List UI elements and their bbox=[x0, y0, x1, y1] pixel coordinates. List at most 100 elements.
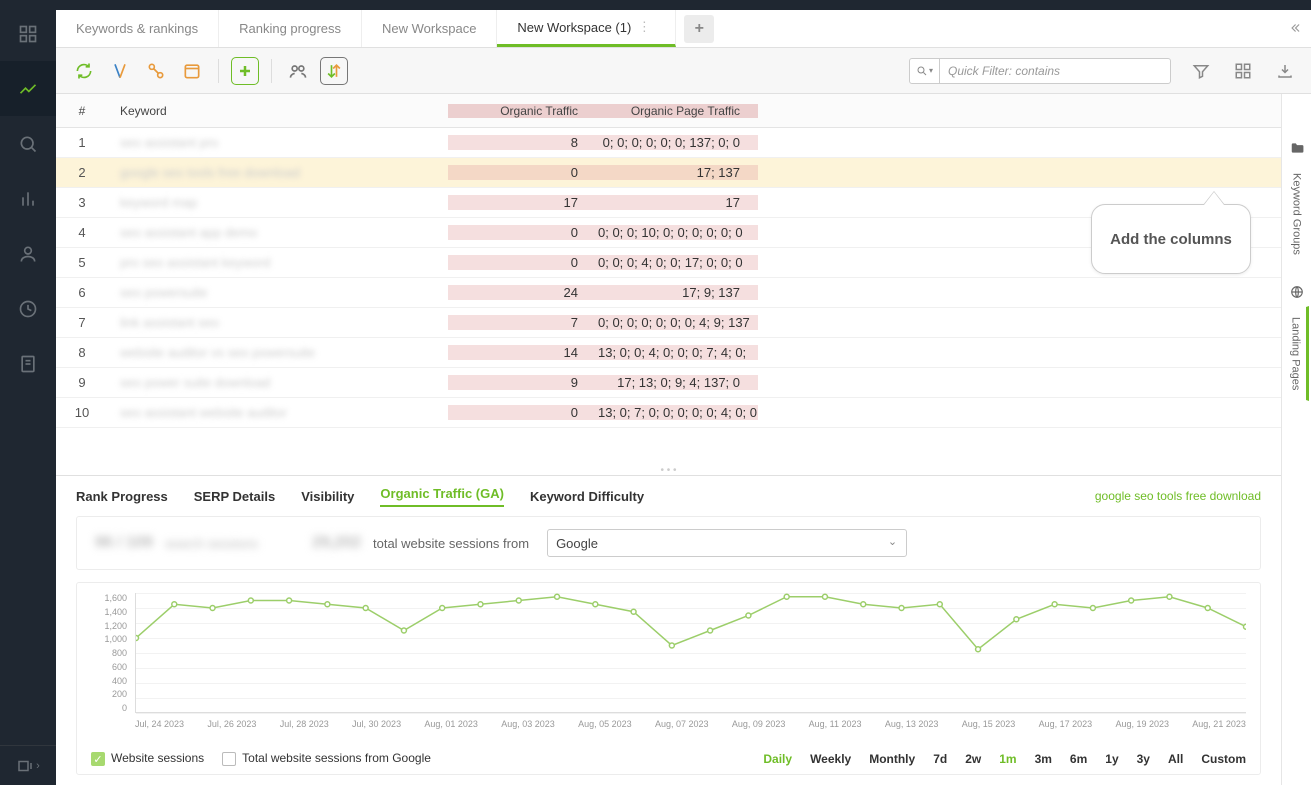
sort-button[interactable] bbox=[320, 57, 348, 85]
panel-tabs: Rank Progress SERP Details Visibility Or… bbox=[56, 476, 1281, 516]
cell-organic-traffic: 0 bbox=[448, 255, 598, 270]
right-tab-keyword-groups[interactable]: Keyword Groups bbox=[1286, 162, 1308, 266]
cell-organic-page-traffic: 13; 0; 7; 0; 0; 0; 0; 0; 4; 0; 0 bbox=[598, 405, 758, 420]
globe-icon bbox=[1289, 284, 1305, 300]
cell-organic-traffic: 0 bbox=[448, 165, 598, 180]
table-row[interactable]: 6seo powersuite2417; 9; 137 bbox=[56, 278, 1281, 308]
toolbar: ▾ bbox=[56, 48, 1311, 94]
add-button[interactable] bbox=[231, 57, 259, 85]
range-1y[interactable]: 1y bbox=[1105, 752, 1118, 766]
ptab-rank-progress[interactable]: Rank Progress bbox=[76, 489, 168, 504]
tab-ranking-progress[interactable]: Ranking progress bbox=[219, 10, 362, 47]
download-icon[interactable] bbox=[1273, 59, 1297, 83]
col-header-organic-traffic[interactable]: Organic Traffic bbox=[448, 104, 598, 118]
checkbox-off-icon[interactable] bbox=[222, 752, 236, 766]
right-tab-landing-pages[interactable]: Landing Pages bbox=[1285, 306, 1309, 401]
panel-resize-handle[interactable]: • • • bbox=[56, 465, 1281, 475]
panel-keyword-link[interactable]: google seo tools free download bbox=[1095, 489, 1261, 503]
range-weekly[interactable]: Weekly bbox=[810, 752, 851, 766]
add-tab-button[interactable]: + bbox=[684, 15, 714, 43]
chart-plot[interactable] bbox=[135, 593, 1246, 713]
legend-item-2[interactable]: Total website sessions from Google bbox=[222, 751, 431, 766]
calendar-button[interactable] bbox=[178, 57, 206, 85]
cell-keyword: website auditor vs seo powersuite bbox=[108, 345, 448, 360]
range-all[interactable]: All bbox=[1168, 752, 1183, 766]
tab-keywords-rankings[interactable]: Keywords & rankings bbox=[56, 10, 219, 47]
range-monthly[interactable]: Monthly bbox=[869, 752, 915, 766]
stat-value-1: 96 / 109 bbox=[95, 534, 153, 552]
table-body: 1seo assistant pro80; 0; 0; 0; 0; 0; 137… bbox=[56, 128, 1281, 465]
legend-item-1[interactable]: ✓Website sessions bbox=[91, 751, 204, 766]
links-button[interactable] bbox=[142, 57, 170, 85]
cell-organic-page-traffic: 13; 0; 0; 4; 0; 0; 0; 7; 4; 0; bbox=[598, 345, 758, 360]
table-row[interactable]: 10seo assistant website auditor013; 0; 7… bbox=[56, 398, 1281, 428]
cell-organic-page-traffic: 0; 0; 0; 10; 0; 0; 0; 0; 0; 0 bbox=[598, 225, 758, 240]
cell-num: 4 bbox=[56, 225, 108, 240]
cell-keyword: seo power suite download bbox=[108, 375, 448, 390]
nav-reports[interactable] bbox=[0, 171, 56, 226]
col-header-num[interactable]: # bbox=[56, 104, 108, 118]
nav-collapse-bottom[interactable]: › bbox=[0, 745, 56, 785]
cell-num: 10 bbox=[56, 405, 108, 420]
filter-icon[interactable] bbox=[1189, 59, 1213, 83]
detail-panel: Rank Progress SERP Details Visibility Or… bbox=[56, 475, 1281, 785]
refresh-button[interactable] bbox=[70, 57, 98, 85]
stats-row: 96 / 109 search sessions 29,202 total we… bbox=[76, 516, 1261, 570]
cell-num: 7 bbox=[56, 315, 108, 330]
cell-keyword: link assistant seo bbox=[108, 315, 448, 330]
ptab-organic-traffic[interactable]: Organic Traffic (GA) bbox=[380, 486, 504, 507]
tab-new-workspace[interactable]: New Workspace bbox=[362, 10, 497, 47]
table-header: # Keyword Organic Traffic Organic Page T… bbox=[56, 94, 1281, 128]
range-2w[interactable]: 2w bbox=[965, 752, 981, 766]
tab-new-workspace-1[interactable]: New Workspace (1) ⋮ bbox=[497, 10, 676, 47]
nav-history[interactable] bbox=[0, 281, 56, 336]
range-custom[interactable]: Custom bbox=[1201, 752, 1246, 766]
ptab-visibility[interactable]: Visibility bbox=[301, 489, 354, 504]
cell-num: 5 bbox=[56, 255, 108, 270]
workspace-tabs: Keywords & rankings Ranking progress New… bbox=[56, 10, 1311, 48]
quick-filter-input[interactable] bbox=[940, 64, 1170, 78]
table-row[interactable]: 9seo power suite download917; 13; 0; 9; … bbox=[56, 368, 1281, 398]
nav-content[interactable] bbox=[0, 336, 56, 391]
range-7d[interactable]: 7d bbox=[933, 752, 947, 766]
range-1m[interactable]: 1m bbox=[999, 752, 1016, 766]
range-6m[interactable]: 6m bbox=[1070, 752, 1087, 766]
table-row[interactable]: 7link assistant seo70; 0; 0; 0; 0; 0; 0;… bbox=[56, 308, 1281, 338]
source-select[interactable]: Google bbox=[547, 529, 907, 557]
collapse-panel-icon[interactable] bbox=[1285, 18, 1305, 38]
cell-keyword: seo assistant pro bbox=[108, 135, 448, 150]
columns-icon[interactable] bbox=[1231, 59, 1255, 83]
cell-keyword: google seo tools free download bbox=[108, 165, 448, 180]
checkbox-on-icon[interactable]: ✓ bbox=[91, 752, 105, 766]
range-3y[interactable]: 3y bbox=[1137, 752, 1150, 766]
chart-legend: ✓Website sessions Total website sessions… bbox=[91, 751, 1246, 766]
cell-organic-traffic: 9 bbox=[448, 375, 598, 390]
chart-x-axis: Jul, 24 2023Jul, 26 2023Jul, 28 2023Jul,… bbox=[135, 719, 1246, 729]
cell-keyword: pro seo assistant keyword bbox=[108, 255, 448, 270]
source-select-wrap: Google ⌄ bbox=[547, 529, 907, 557]
ptab-serp-details[interactable]: SERP Details bbox=[194, 489, 275, 504]
range-daily[interactable]: Daily bbox=[763, 752, 792, 766]
table-row[interactable]: 1seo assistant pro80; 0; 0; 0; 0; 0; 137… bbox=[56, 128, 1281, 158]
left-nav-rail: › bbox=[0, 0, 56, 785]
nav-search[interactable] bbox=[0, 116, 56, 171]
cell-organic-page-traffic: 0; 0; 0; 0; 0; 0; 0; 4; 9; 137 bbox=[598, 315, 758, 330]
table-row[interactable]: 8website auditor vs seo powersuite1413; … bbox=[56, 338, 1281, 368]
tab-menu-icon[interactable]: ⋮ bbox=[641, 19, 655, 35]
cell-organic-traffic: 8 bbox=[448, 135, 598, 150]
stat-value-2: 29,202 bbox=[312, 534, 361, 552]
nav-users[interactable] bbox=[0, 226, 56, 281]
table-row[interactable]: 2google seo tools free download017; 137 bbox=[56, 158, 1281, 188]
search-mode-dropdown[interactable]: ▾ bbox=[910, 59, 940, 83]
ptab-keyword-difficulty[interactable]: Keyword Difficulty bbox=[530, 489, 644, 504]
cell-organic-page-traffic: 17; 9; 137 bbox=[598, 285, 758, 300]
compare-button[interactable] bbox=[106, 57, 134, 85]
group-button[interactable] bbox=[284, 57, 312, 85]
quick-filter: ▾ bbox=[909, 58, 1171, 84]
col-header-keyword[interactable]: Keyword bbox=[108, 104, 448, 118]
col-header-organic-page-traffic[interactable]: Organic Page Traffic bbox=[598, 104, 758, 118]
nav-dashboard[interactable] bbox=[0, 6, 56, 61]
cell-keyword: seo assistant website auditor bbox=[108, 405, 448, 420]
range-3m[interactable]: 3m bbox=[1035, 752, 1052, 766]
nav-rankings[interactable] bbox=[0, 61, 56, 116]
